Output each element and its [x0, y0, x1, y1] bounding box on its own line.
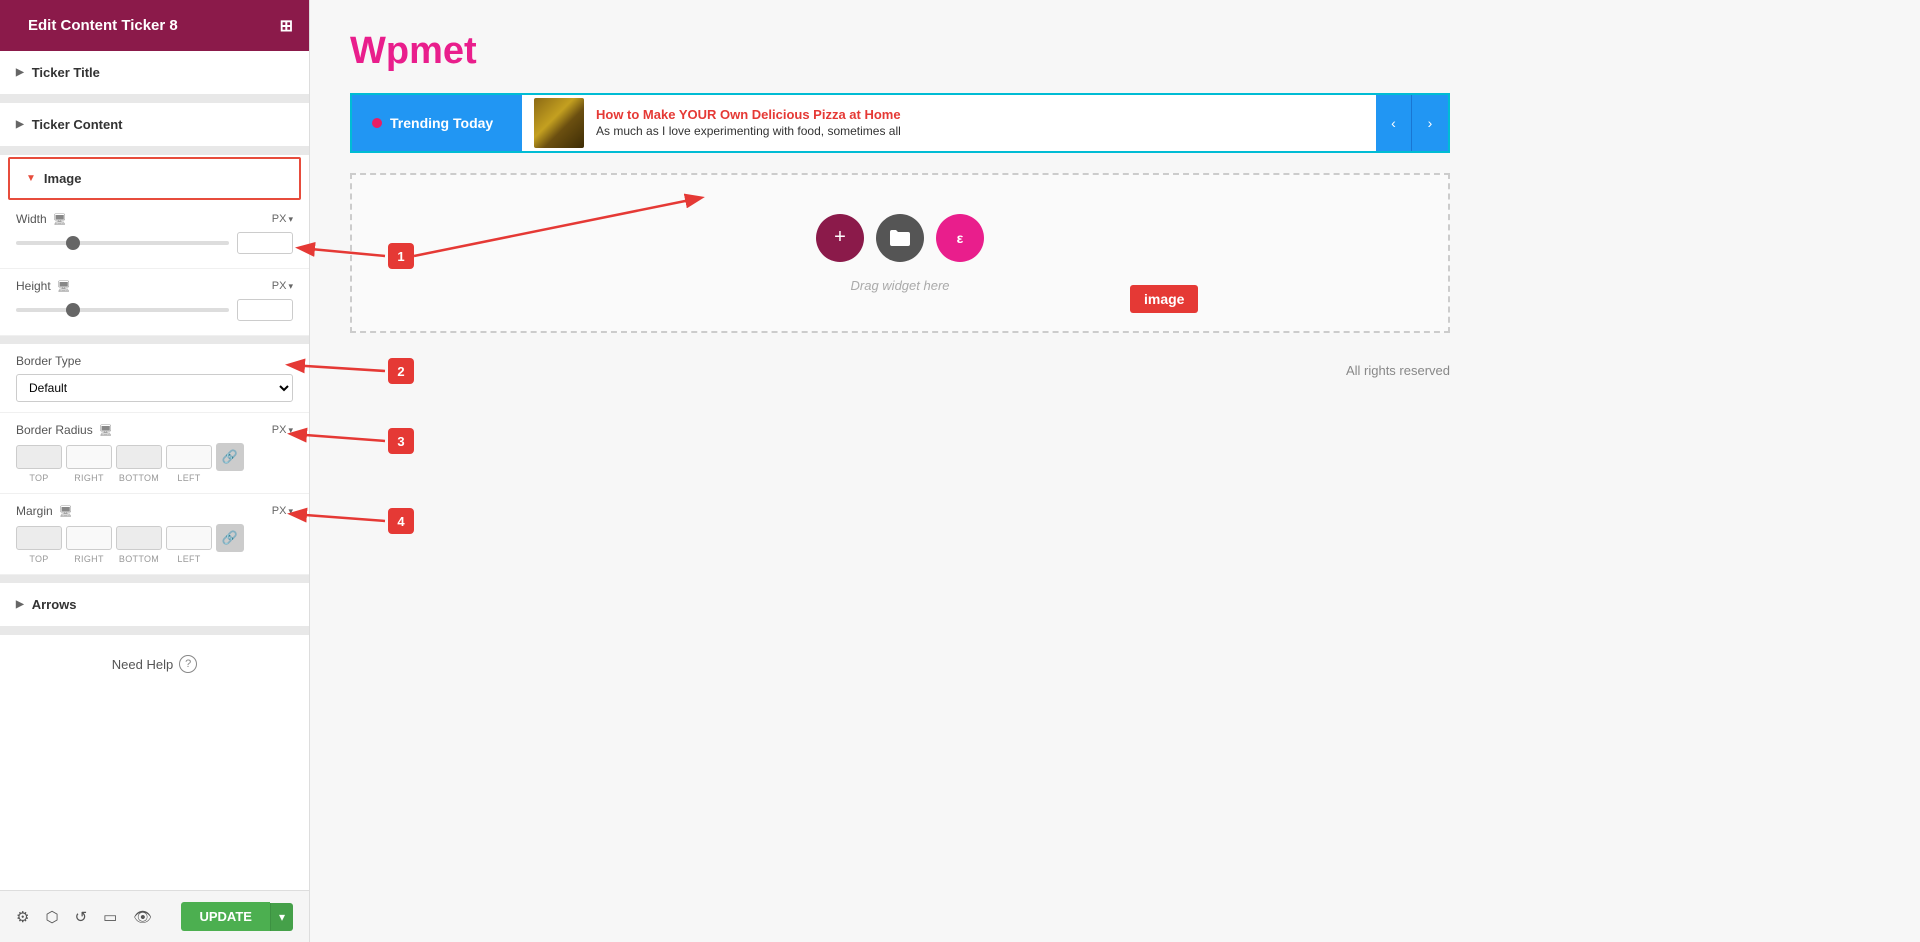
- sidebar-item-arrows[interactable]: ▶ Arrows: [0, 583, 309, 627]
- border-radius-label: Border Radius 🖥: [16, 423, 113, 437]
- ticker-content-label: Ticker Content: [32, 117, 123, 132]
- ticker-content-area: How to Make YOUR Own Delicious Pizza at …: [522, 95, 1376, 151]
- margin-bottom[interactable]: 0: [116, 526, 162, 550]
- add-widget-button[interactable]: +: [816, 214, 864, 262]
- update-btn-group: UPDATE ▾: [181, 902, 293, 931]
- drag-widget-area[interactable]: + ε Drag widget here: [350, 173, 1450, 333]
- update-button[interactable]: UPDATE: [181, 902, 269, 931]
- arrows-arrow: ▶: [16, 599, 24, 610]
- ticker-label-text: Trending Today: [390, 115, 493, 131]
- border-radius-monitor-icon: 🖥: [99, 424, 113, 437]
- divider-1: [0, 95, 309, 103]
- main-content: Wpmet Trending Today How to Make YOUR Ow…: [310, 0, 1920, 942]
- ticker-image: [534, 98, 584, 148]
- ticker-headline: How to Make YOUR Own Delicious Pizza at …: [596, 107, 1364, 124]
- margin-sublabels: TOPRIGHTBOTTOMLEFT: [16, 554, 293, 564]
- border-radius-inputs: 5 5 5 5: [16, 445, 212, 469]
- border-radius-unit[interactable]: PX ▾: [272, 424, 293, 436]
- ticker-widget: Trending Today How to Make YOUR Own Deli…: [350, 93, 1450, 153]
- ticker-title-arrow: ▶: [16, 67, 24, 78]
- border-radius-bottom[interactable]: 5: [116, 445, 162, 469]
- width-slider[interactable]: [16, 241, 229, 245]
- border-type-group: Border Type Default None Solid Dashed Do…: [0, 344, 309, 413]
- height-unit[interactable]: PX ▾: [272, 280, 293, 292]
- border-radius-right[interactable]: 5: [66, 445, 112, 469]
- margin-unit[interactable]: PX ▾: [272, 505, 293, 517]
- responsive-icon[interactable]: ▭: [103, 908, 117, 926]
- ticker-title-label: Ticker Title: [32, 65, 100, 80]
- margin-label: Margin 🖥: [16, 504, 73, 518]
- help-icon: ?: [179, 655, 197, 673]
- height-slider[interactable]: [16, 308, 229, 312]
- footer-icons: ⚙ ⬡ ↺ ▭ 👁: [16, 908, 152, 926]
- sidebar-item-ticker-title[interactable]: ▶ Ticker Title: [0, 51, 309, 95]
- drag-label: Drag widget here: [851, 278, 950, 293]
- ticker-content-arrow: ▶: [16, 119, 24, 130]
- ticker-dot: [372, 118, 382, 128]
- ticker-nav: ‹ ›: [1376, 95, 1448, 151]
- divider-5: [0, 627, 309, 635]
- ticker-next-button[interactable]: ›: [1412, 95, 1448, 151]
- divider-4: [0, 575, 309, 583]
- sidebar-title: Edit Content Ticker 8: [28, 17, 178, 34]
- image-annotation-badge: image: [1130, 285, 1198, 313]
- border-type-label: Border Type: [16, 354, 81, 368]
- border-radius-left[interactable]: 5: [166, 445, 212, 469]
- margin-top[interactable]: 0: [16, 526, 62, 550]
- divider-3: [0, 336, 309, 344]
- margin-monitor-icon: 🖥: [59, 505, 73, 518]
- margin-inputs: 0 20 0 20: [16, 526, 212, 550]
- border-type-select[interactable]: Default None Solid Dashed Dotted Double: [16, 374, 293, 402]
- templates-button[interactable]: [876, 214, 924, 262]
- divider-2: [0, 147, 309, 155]
- ticker-prev-button[interactable]: ‹: [1376, 95, 1412, 151]
- image-section-label: Image: [44, 171, 82, 186]
- sidebar: Edit Content Ticker 8 ⊞ ▶ Ticker Title ▶…: [0, 0, 310, 942]
- width-group: Width 🖥 PX ▾ 50: [0, 202, 309, 269]
- footer-rights: All rights reserved: [350, 363, 1450, 378]
- sidebar-item-ticker-content[interactable]: ▶ Ticker Content: [0, 103, 309, 147]
- height-input[interactable]: 50: [237, 299, 293, 321]
- page-title: Wpmet: [350, 30, 1880, 73]
- border-radius-sublabels: TOPRIGHTBOTTOMLEFT: [16, 473, 293, 483]
- sidebar-item-image[interactable]: ▼ Image: [8, 157, 301, 200]
- preview-icon[interactable]: 👁: [133, 908, 152, 926]
- border-radius-group: Border Radius 🖥 PX ▾ 5 5 5 5 🔗 TOPRIGHT: [0, 413, 309, 494]
- ticker-label-area: Trending Today: [352, 95, 522, 151]
- arrows-label: Arrows: [32, 597, 77, 612]
- ticker-text-block: How to Make YOUR Own Delicious Pizza at …: [596, 107, 1364, 139]
- sidebar-footer: ⚙ ⬡ ↺ ▭ 👁 UPDATE ▾: [0, 890, 309, 942]
- height-group: Height 🖥 PX ▾ 50: [0, 269, 309, 336]
- update-arrow-button[interactable]: ▾: [270, 903, 293, 931]
- ticker-subtext: As much as I love experimenting with foo…: [596, 124, 1364, 140]
- history-icon[interactable]: ↺: [75, 908, 88, 926]
- width-input[interactable]: 50: [237, 232, 293, 254]
- need-help[interactable]: Need Help ?: [0, 635, 309, 693]
- need-help-label: Need Help: [112, 657, 173, 672]
- border-radius-link-btn[interactable]: 🔗: [216, 443, 244, 471]
- settings-icon[interactable]: ⚙: [16, 908, 29, 926]
- sidebar-header: Edit Content Ticker 8 ⊞: [0, 0, 309, 51]
- margin-left[interactable]: 20: [166, 526, 212, 550]
- margin-link-btn[interactable]: 🔗: [216, 524, 244, 552]
- elementor-button[interactable]: ε: [936, 214, 984, 262]
- image-arrow: ▼: [26, 173, 36, 184]
- grid-icon[interactable]: ⊞: [280, 16, 293, 36]
- margin-right[interactable]: 20: [66, 526, 112, 550]
- drag-icons: + ε: [816, 214, 984, 262]
- height-label: Height 🖥: [16, 279, 71, 293]
- width-monitor-icon: 🖥: [53, 213, 67, 226]
- margin-group: Margin 🖥 PX ▾ 0 20 0 20 🔗 TOPRIGHTBOTTO: [0, 494, 309, 575]
- layers-icon[interactable]: ⬡: [45, 908, 58, 926]
- border-radius-top[interactable]: 5: [16, 445, 62, 469]
- width-unit[interactable]: PX ▾: [272, 213, 293, 225]
- width-label: Width 🖥: [16, 212, 67, 226]
- height-monitor-icon: 🖥: [57, 280, 71, 293]
- sidebar-body: ▶ Ticker Title ▶ Ticker Content ▼ Image …: [0, 51, 309, 890]
